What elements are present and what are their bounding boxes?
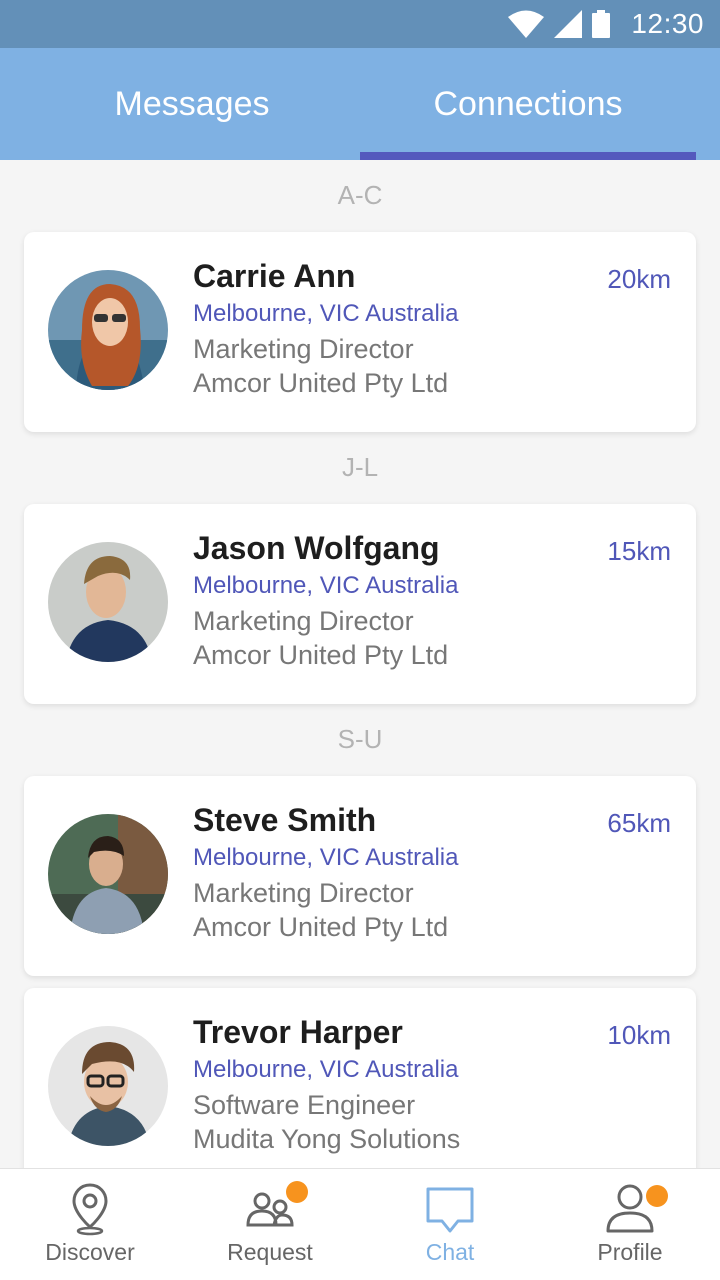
contact-role: Marketing Director [193, 606, 414, 636]
contact-location: Melbourne, VIC Australia [193, 844, 459, 871]
nav-label: Chat [425, 1239, 475, 1265]
status-icons [508, 10, 610, 38]
wifi-icon [508, 10, 544, 38]
nav-profile[interactable]: Profile [540, 1169, 720, 1280]
contact-location: Melbourne, VIC Australia [193, 300, 459, 327]
contact-distance: 20km [607, 264, 671, 294]
contact-card[interactable]: Jason Wolfgang Melbourne, VIC Australia … [24, 504, 696, 704]
battery-icon [592, 10, 610, 38]
contact-distance: 65km [607, 808, 671, 838]
chat-bubble-icon [426, 1187, 474, 1233]
nav-label: Profile [597, 1239, 663, 1265]
contact-name: Jason Wolfgang [193, 530, 440, 566]
contact-company: Mudita Yong Solutions [193, 1124, 461, 1154]
avatar [48, 1026, 168, 1146]
avatar [48, 814, 168, 934]
contact-company: Amcor United Pty Ltd [193, 640, 449, 670]
location-pin-icon [72, 1183, 108, 1236]
nav-label: Discover [45, 1239, 135, 1265]
section-header: S-U [337, 724, 383, 754]
contact-name: Trevor Harper [193, 1014, 403, 1050]
nav-label: Request [227, 1239, 313, 1265]
contact-distance: 15km [607, 536, 671, 566]
contact-company: Amcor United Pty Ltd [193, 368, 449, 398]
contact-distance: 10km [607, 1020, 671, 1050]
section-header: A-C [337, 180, 383, 210]
contact-role: Marketing Director [193, 334, 414, 364]
status-time: 12:30 [631, 8, 704, 39]
contact-role: Software Engineer [193, 1090, 416, 1120]
contact-location: Melbourne, VIC Australia [193, 572, 459, 599]
notification-badge [286, 1181, 308, 1203]
contact-name: Steve Smith [193, 802, 377, 838]
contact-name: Carrie Ann [193, 258, 356, 294]
signal-icon [554, 10, 582, 38]
active-tab-indicator [360, 152, 696, 160]
avatar [48, 270, 168, 390]
contact-card[interactable]: Steve Smith Melbourne, VIC Australia Mar… [24, 776, 696, 976]
contact-location: Melbourne, VIC Australia [193, 1056, 459, 1083]
contact-card[interactable]: Trevor Harper Melbourne, VIC Australia S… [24, 988, 696, 1168]
contact-company: Amcor United Pty Ltd [193, 912, 449, 942]
tab-bar: Messages Connections [0, 48, 720, 160]
nav-chat[interactable]: Chat [360, 1169, 540, 1280]
avatar [48, 542, 168, 662]
notification-badge [646, 1185, 668, 1207]
tab-messages[interactable]: Messages [24, 48, 360, 160]
contact-role: Marketing Director [193, 878, 414, 908]
tab-connections[interactable]: Connections [360, 48, 696, 160]
nav-request[interactable]: Request [180, 1169, 360, 1280]
section-header: J-L [341, 452, 379, 482]
contact-card[interactable]: Carrie Ann Melbourne, VIC Australia Mark… [24, 232, 696, 432]
connections-list[interactable]: A-C Carrie Ann Melbourne, VIC Australia … [0, 160, 720, 1168]
status-bar: 12:30 [0, 0, 720, 48]
nav-discover[interactable]: Discover [0, 1169, 180, 1280]
bottom-nav: Discover Request Chat Profile [0, 1168, 720, 1280]
